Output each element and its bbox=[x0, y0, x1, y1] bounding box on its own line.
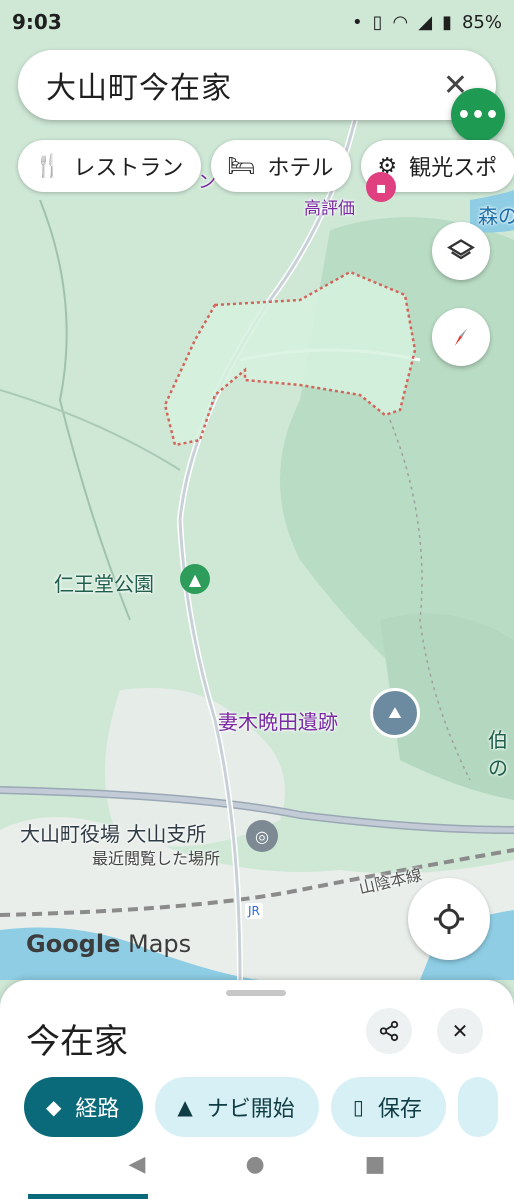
chip-restaurant[interactable]: 🍴 レストラン bbox=[18, 140, 202, 192]
hotel-pin[interactable]: ▪ bbox=[366, 172, 396, 202]
bed-icon: ▪ bbox=[375, 177, 387, 197]
office-pin[interactable]: ◎ bbox=[246, 820, 278, 852]
dot-icon: • bbox=[351, 11, 363, 33]
google-maps-logo: Google Maps bbox=[26, 930, 191, 958]
share-button[interactable] bbox=[366, 1008, 412, 1054]
drag-handle[interactable] bbox=[226, 990, 286, 996]
bed-icon: 🛏 bbox=[227, 153, 256, 179]
system-nav-bar: ◀ ● ■ bbox=[0, 1130, 514, 1199]
category-chips: 🍴 レストラン 🛏 ホテル ⚙ 観光スポ bbox=[18, 140, 514, 192]
more-icon: ••• bbox=[456, 102, 500, 128]
vibrate-icon: ▯ bbox=[372, 11, 383, 33]
tree-icon: ▲ bbox=[188, 569, 202, 589]
more-options-button[interactable]: ••• bbox=[451, 88, 505, 142]
battery-percent: 85% bbox=[461, 11, 502, 33]
edge-label-2: の bbox=[488, 756, 508, 780]
back-icon[interactable]: ◀ bbox=[129, 1152, 146, 1177]
start-navigation-button[interactable]: ▲ ナビ開始 bbox=[155, 1077, 319, 1137]
park-label[interactable]: 仁王堂公園 bbox=[54, 568, 154, 597]
directions-button[interactable]: ◆ 経路 bbox=[24, 1077, 144, 1137]
chip-label: ホテル bbox=[267, 156, 334, 181]
navigation-arrow-icon: ▲ bbox=[177, 1095, 193, 1119]
photo-icon: ⛰ bbox=[388, 703, 402, 722]
directions-label: 経路 bbox=[75, 1097, 120, 1122]
battery-icon: ▮ bbox=[442, 11, 452, 33]
google-logo-text: Google bbox=[26, 930, 121, 958]
search-query[interactable]: 大山町今在家 bbox=[46, 63, 232, 107]
status-time: 9:03 bbox=[12, 10, 62, 34]
save-label: 保存 bbox=[377, 1097, 422, 1122]
edge-label-1: 伯 bbox=[488, 728, 508, 752]
my-location-button[interactable] bbox=[408, 878, 490, 960]
signal-icon: ◢ bbox=[418, 11, 433, 33]
status-icons: • ▯ ◠ ◢ ▮ 85% bbox=[352, 12, 502, 33]
sheet-bottom-indicator bbox=[28, 1194, 148, 1199]
ruins-photo-pin[interactable]: ⛰ bbox=[370, 688, 420, 738]
compass-button[interactable] bbox=[432, 308, 490, 366]
recent-icon: ◎ bbox=[255, 826, 269, 846]
compass-icon bbox=[454, 328, 468, 346]
utensils-icon: 🍴 bbox=[34, 153, 62, 179]
close-icon: ✕ bbox=[451, 1019, 469, 1043]
wifi-icon: ◠ bbox=[392, 11, 409, 33]
park-pin[interactable]: ▲ bbox=[180, 564, 210, 594]
directions-icon: ◆ bbox=[46, 1095, 62, 1119]
hotel-partial-label: ン bbox=[198, 172, 216, 193]
jr-station-icon[interactable]: JR bbox=[245, 903, 263, 919]
layers-button[interactable] bbox=[432, 222, 490, 280]
status-bar: 9:03 • ▯ ◠ ◢ ▮ 85% bbox=[0, 0, 514, 44]
office-label[interactable]: 大山町役場 大山支所 bbox=[20, 818, 206, 847]
hotel-rating-label: 高評価 bbox=[304, 199, 355, 219]
close-sheet-button[interactable]: ✕ bbox=[437, 1008, 483, 1054]
ruins-label[interactable]: 妻木晩田遺跡 bbox=[218, 706, 338, 735]
chip-hotel[interactable]: 🛏 ホテル bbox=[211, 140, 352, 192]
more-actions-partial[interactable] bbox=[457, 1077, 498, 1137]
action-buttons: ◆ 経路 ▲ ナビ開始 ▯ 保存 bbox=[24, 1077, 498, 1137]
place-bottom-sheet[interactable]: 今在家 ✕ ◆ 経路 ▲ ナビ開始 ▯ 保存 ◀ ● ■ bbox=[0, 980, 514, 1199]
home-icon[interactable]: ● bbox=[245, 1152, 264, 1177]
place-title: 今在家 bbox=[26, 1022, 128, 1062]
share-icon bbox=[379, 1020, 399, 1042]
forest-label: 森の bbox=[478, 204, 514, 228]
search-bar[interactable]: 大山町今在家 ✕ bbox=[18, 50, 496, 120]
chip-label: 観光スポ bbox=[409, 156, 498, 181]
layers-icon bbox=[447, 239, 475, 260]
bookmark-icon: ▯ bbox=[352, 1095, 364, 1119]
chip-label: レストラン bbox=[73, 156, 184, 181]
save-button[interactable]: ▯ 保存 bbox=[330, 1077, 446, 1137]
crosshair-icon bbox=[434, 904, 464, 934]
navigation-label: ナビ開始 bbox=[206, 1097, 295, 1122]
maps-logo-text: Maps bbox=[128, 930, 192, 958]
office-sublabel: 最近閲覧した場所 bbox=[92, 849, 221, 868]
recents-icon[interactable]: ■ bbox=[365, 1152, 386, 1177]
